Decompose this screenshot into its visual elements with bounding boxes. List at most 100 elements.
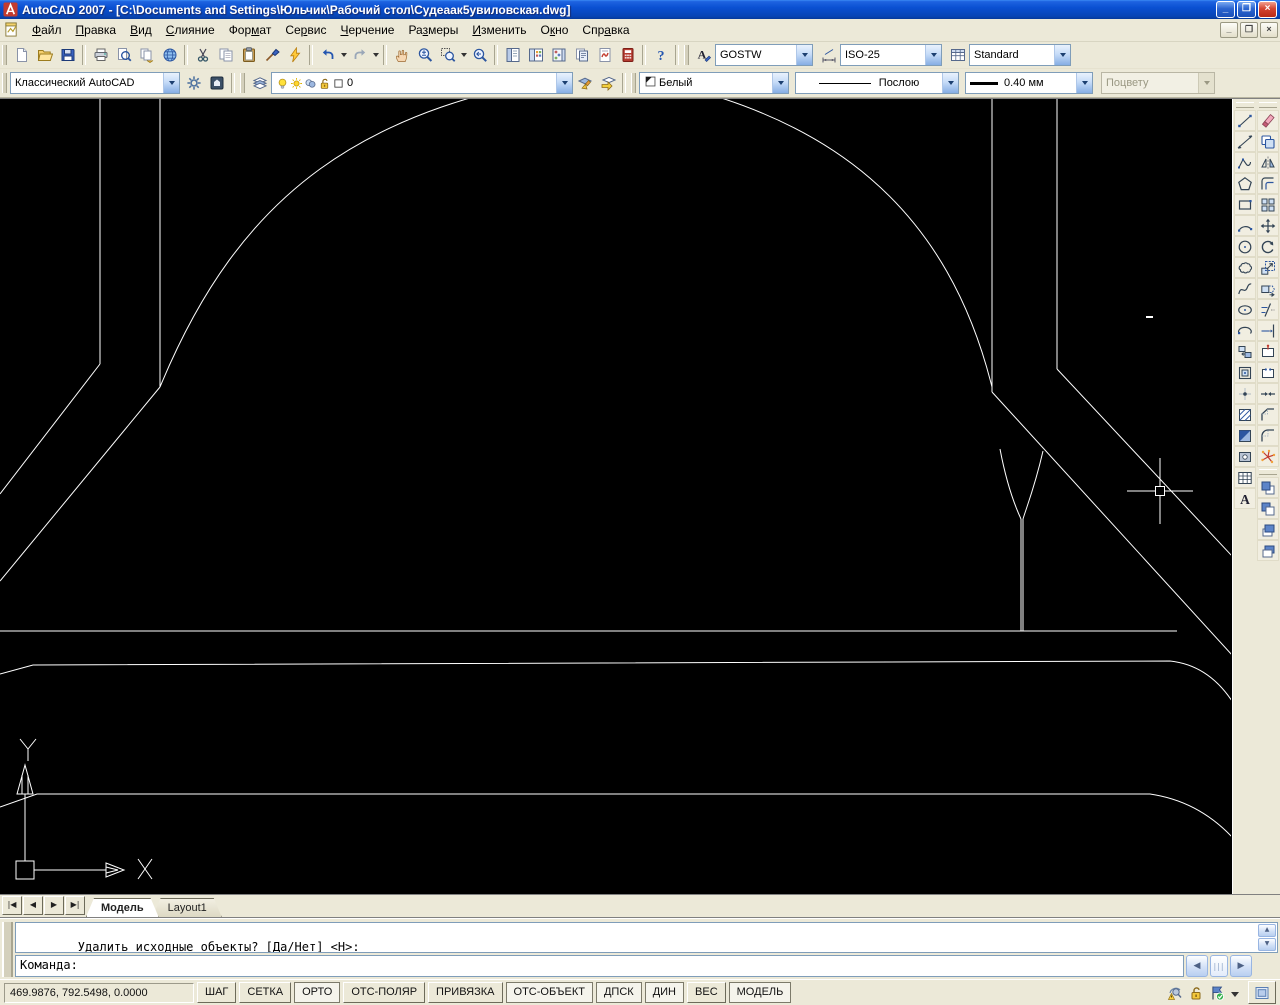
redo-dropdown-arrow[interactable] — [371, 44, 380, 66]
preview-button[interactable] — [112, 44, 135, 66]
modify-stretch-button[interactable] — [1257, 278, 1279, 299]
modify-explode-button[interactable] — [1257, 446, 1279, 467]
draw-xline-button[interactable] — [1234, 131, 1256, 152]
scroll-left-button[interactable]: ◀ — [1186, 955, 1208, 977]
scroll-right-button[interactable]: ▶ — [1230, 955, 1252, 977]
toggle-дпск[interactable]: ДПСК — [595, 982, 642, 1003]
modify-fillet-button[interactable] — [1257, 425, 1279, 446]
draw-pline-button[interactable] — [1234, 152, 1256, 173]
qcalc-button[interactable] — [616, 44, 639, 66]
draw-rectangle-button[interactable] — [1234, 194, 1256, 215]
toggle-орто[interactable]: ОРТО — [294, 982, 341, 1003]
draw-gradient-button[interactable] — [1234, 425, 1256, 446]
modify-join-button[interactable] — [1257, 383, 1279, 404]
menu-черчение[interactable]: Черчение — [333, 20, 401, 40]
modify-trim-button[interactable] — [1257, 299, 1279, 320]
draw-spline-button[interactable] — [1234, 278, 1256, 299]
draworder-to-front-button[interactable] — [1257, 477, 1279, 498]
toolpalettes-button[interactable] — [547, 44, 570, 66]
modify-extend-button[interactable] — [1257, 320, 1279, 341]
menu-размеры[interactable]: Размеры — [401, 20, 465, 40]
color-combo[interactable]: Белый — [639, 72, 789, 94]
workspace-combo[interactable]: Классический AutoCAD — [10, 72, 180, 94]
draworder-under-button[interactable] — [1257, 540, 1279, 561]
modify-mirror-button[interactable] — [1257, 152, 1279, 173]
menu-изменить[interactable]: Изменить — [465, 20, 533, 40]
menu-файл[interactable]: Файл — [25, 20, 69, 40]
draw-point-button[interactable] — [1234, 383, 1256, 404]
menu-вид[interactable]: Вид — [123, 20, 159, 40]
scroll-thumb[interactable]: ||| — [1210, 955, 1228, 977]
layer-previous-icon[interactable] — [596, 72, 619, 94]
draw-revcloud-button[interactable] — [1234, 257, 1256, 278]
lineweight-combo[interactable]: 0.40 мм — [965, 72, 1093, 94]
menu-правка[interactable]: Правка — [69, 20, 124, 40]
child-minimize-button[interactable]: _ — [1220, 22, 1238, 38]
draw-hatch-button[interactable] — [1234, 404, 1256, 425]
zoom-prev-button[interactable] — [468, 44, 491, 66]
cut-button[interactable] — [191, 44, 214, 66]
draw-mtext-button[interactable]: A — [1234, 488, 1256, 509]
toggle-дин[interactable]: ДИН — [644, 982, 685, 1003]
designcenter-button[interactable] — [524, 44, 547, 66]
web-button[interactable] — [158, 44, 181, 66]
menu-сервис[interactable]: Сервис — [278, 20, 333, 40]
draw-ellipsearc-button[interactable] — [1234, 320, 1256, 341]
zoom-realtime-button[interactable] — [413, 44, 436, 66]
linetype-combo[interactable]: Послою — [795, 72, 959, 94]
modify-copyobj-button[interactable] — [1257, 131, 1279, 152]
tab-nav-first-button[interactable]: |◀ — [2, 896, 22, 915]
child-restore-button[interactable]: ❐ — [1240, 22, 1258, 38]
dim-style-icon[interactable] — [817, 44, 840, 66]
modify-erase-button[interactable] — [1257, 110, 1279, 131]
layer-lock-icon[interactable] — [318, 77, 331, 90]
tab-nav-prev-button[interactable]: ◀ — [23, 896, 43, 915]
draw-line-button[interactable] — [1234, 110, 1256, 131]
publish-button[interactable] — [135, 44, 158, 66]
minimize-button[interactable]: _ — [1216, 1, 1235, 18]
toggle-сетка[interactable]: СЕТКА — [239, 982, 292, 1003]
new-button[interactable] — [10, 44, 33, 66]
help-button[interactable]: ? — [649, 44, 672, 66]
draw-arc-button[interactable] — [1234, 215, 1256, 236]
toggle-шаг[interactable]: ШАГ — [197, 982, 237, 1003]
modify-break-button[interactable] — [1257, 362, 1279, 383]
restore-button[interactable]: ❐ — [1237, 1, 1256, 18]
draw-table-button[interactable] — [1234, 467, 1256, 488]
toolbar-grip[interactable] — [1259, 102, 1277, 108]
scroll-up-button[interactable]: ▲ — [1258, 924, 1276, 937]
redo-button[interactable] — [348, 44, 371, 66]
layer-freeze-icon[interactable] — [290, 77, 303, 90]
text-style-combo[interactable]: GOSTW — [715, 44, 813, 66]
table-style-combo[interactable]: Standard — [969, 44, 1071, 66]
markup-button[interactable] — [593, 44, 616, 66]
command-history[interactable]: Удалить исходные объекты? [Да/Нет] <Н>: … — [15, 922, 1278, 953]
undo-dropdown-arrow[interactable] — [339, 44, 348, 66]
toolbar-grip[interactable] — [1236, 102, 1254, 108]
table-style-icon[interactable] — [946, 44, 969, 66]
draw-makeblock-button[interactable] — [1234, 362, 1256, 383]
layer-color-swatch[interactable] — [332, 77, 345, 90]
toolbar-grip[interactable] — [631, 73, 636, 93]
modify-offset-button[interactable] — [1257, 173, 1279, 194]
toolbar-grip[interactable] — [2, 73, 7, 93]
toolbar-grip[interactable] — [2, 45, 7, 65]
toolbar-lock-icon[interactable] — [1187, 984, 1205, 1002]
my-workspace-icon[interactable] — [205, 72, 228, 94]
properties-button[interactable] — [501, 44, 524, 66]
drawing-canvas[interactable] — [0, 99, 1233, 894]
draw-insertblock-button[interactable] — [1234, 341, 1256, 362]
modify-move-button[interactable] — [1257, 215, 1279, 236]
child-close-button[interactable]: × — [1260, 22, 1278, 38]
zoom-window-button[interactable] — [436, 44, 459, 66]
copy-button[interactable] — [214, 44, 237, 66]
command-window-grip[interactable] — [2, 922, 13, 977]
make-object-layer-current-icon[interactable] — [573, 72, 596, 94]
menu-слияние[interactable]: Слияние — [159, 20, 222, 40]
command-input[interactable]: Команда: — [15, 955, 1184, 977]
modify-array-button[interactable] — [1257, 194, 1279, 215]
tab-layout1[interactable]: Layout1 — [153, 898, 222, 917]
zoom-window-dropdown-arrow[interactable] — [459, 44, 468, 66]
tab-nav-next-button[interactable]: ▶ — [44, 896, 64, 915]
communication-center-icon[interactable] — [1166, 984, 1184, 1002]
